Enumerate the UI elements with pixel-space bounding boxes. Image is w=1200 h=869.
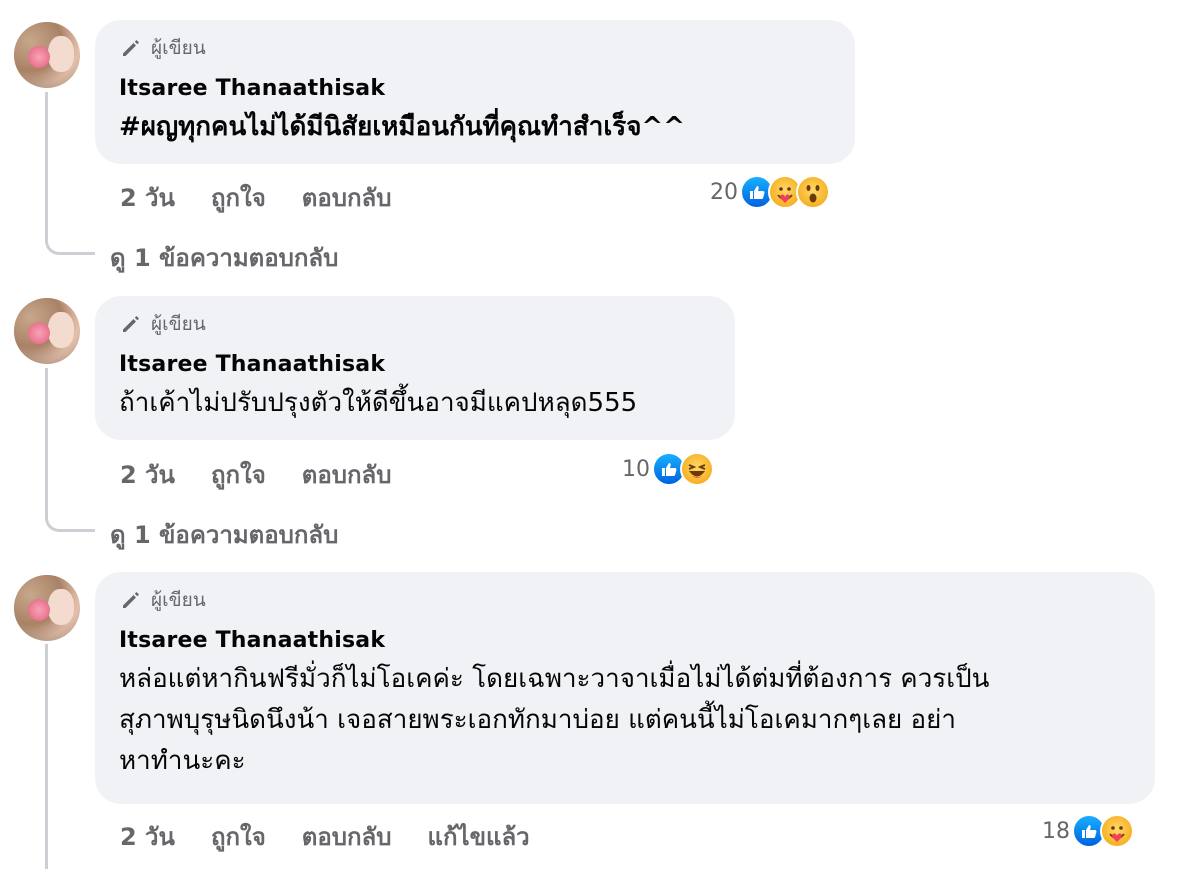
care-icon — [1100, 814, 1134, 848]
comment-text-line: หล่อแต่หากินฟรีมั่วก็ไม่โอเคค่ะ โดยเฉพาะ… — [119, 664, 990, 694]
avatar[interactable] — [14, 22, 80, 88]
edited-label: แก้ไขแล้ว — [427, 823, 530, 851]
pencil-icon — [123, 40, 139, 56]
reaction-summary[interactable]: 10 — [622, 452, 714, 486]
comment-text: ถ้าเค้าไม่ปรับปรุงตัวให้ดีขึ้นอาจมีแคปหล… — [119, 388, 638, 418]
reply-button[interactable]: ตอบกลับ — [302, 178, 392, 217]
avatar-face — [48, 36, 74, 72]
thread-line — [45, 368, 48, 508]
comment-actions: 2 วัน ถูกใจ ตอบกลับ — [120, 455, 428, 494]
avatar-face — [48, 312, 74, 348]
comment-bubble: ผู้เขียน Itsaree Thanaathisak ถ้าเค้าไม่… — [95, 296, 735, 440]
reaction-summary[interactable]: 20 — [710, 175, 830, 209]
pencil-icon — [123, 316, 139, 332]
thread-elbow — [45, 215, 95, 255]
comment-text-line: สุภาพบุรุษนิดนึงน้า เจอสายพระเอกทักมาบ่อ… — [119, 705, 956, 735]
author-badge: ผู้เขียน — [119, 586, 1131, 614]
comment-bubble: ผู้เขียน Itsaree Thanaathisak #ผญทุกคนไม… — [95, 20, 855, 164]
author-badge: ผู้เขียน — [119, 310, 711, 338]
like-button[interactable]: ถูกใจ — [211, 178, 266, 217]
avatar-face — [48, 589, 74, 625]
pencil-icon — [123, 592, 139, 608]
haha-icon — [680, 452, 714, 486]
timestamp-link[interactable]: 2 วัน — [120, 455, 175, 494]
avatar-flower — [28, 322, 50, 344]
comment-text: หล่อแต่หากินฟรีมั่วก็ไม่โอเคค่ะ โดยเฉพาะ… — [119, 659, 1131, 782]
thread-line — [45, 644, 48, 869]
timestamp-link[interactable]: 2 วัน — [120, 178, 175, 217]
commenter-name[interactable]: Itsaree Thanaathisak — [119, 352, 711, 377]
reaction-count: 10 — [622, 456, 650, 482]
commenter-name[interactable]: Itsaree Thanaathisak — [119, 628, 1131, 653]
comment-text-line: หาทำนะคะ — [119, 746, 246, 776]
avatar[interactable] — [14, 298, 80, 364]
comment-text: #ผญทุกคนไม่ได้มีนิสัยเหมือนกันที่คุณทำสำ… — [119, 112, 685, 142]
author-badge: ผู้เขียน — [119, 34, 831, 62]
comment-actions: 2 วัน ถูกใจ ตอบกลับ แก้ไขแล้ว — [120, 817, 566, 856]
avatar-flower — [28, 599, 50, 621]
like-button[interactable]: ถูกใจ — [211, 817, 266, 856]
avatar-flower — [28, 46, 50, 68]
comment-bubble: ผู้เขียน Itsaree Thanaathisak หล่อแต่หาก… — [95, 572, 1155, 804]
avatar[interactable] — [14, 575, 80, 641]
view-replies-link[interactable]: ดู 1 ข้อความตอบกลับ — [110, 515, 338, 554]
reaction-count: 20 — [710, 179, 738, 205]
comment-actions: 2 วัน ถูกใจ ตอบกลับ — [120, 178, 428, 217]
author-badge-label: ผู้เขียน — [151, 313, 206, 335]
thread-line — [45, 92, 48, 232]
reply-button[interactable]: ตอบกลับ — [302, 817, 392, 856]
view-replies-link[interactable]: ดู 1 ข้อความตอบกลับ — [110, 238, 338, 277]
timestamp-link[interactable]: 2 วัน — [120, 817, 175, 856]
like-button[interactable]: ถูกใจ — [211, 455, 266, 494]
commenter-name[interactable]: Itsaree Thanaathisak — [119, 76, 831, 101]
author-badge-label: ผู้เขียน — [151, 589, 206, 611]
author-badge-label: ผู้เขียน — [151, 37, 206, 59]
reply-button[interactable]: ตอบกลับ — [302, 455, 392, 494]
wow-icon — [796, 175, 830, 209]
reaction-count: 18 — [1042, 818, 1070, 844]
reaction-summary[interactable]: 18 — [1042, 814, 1134, 848]
thread-elbow — [45, 492, 95, 532]
